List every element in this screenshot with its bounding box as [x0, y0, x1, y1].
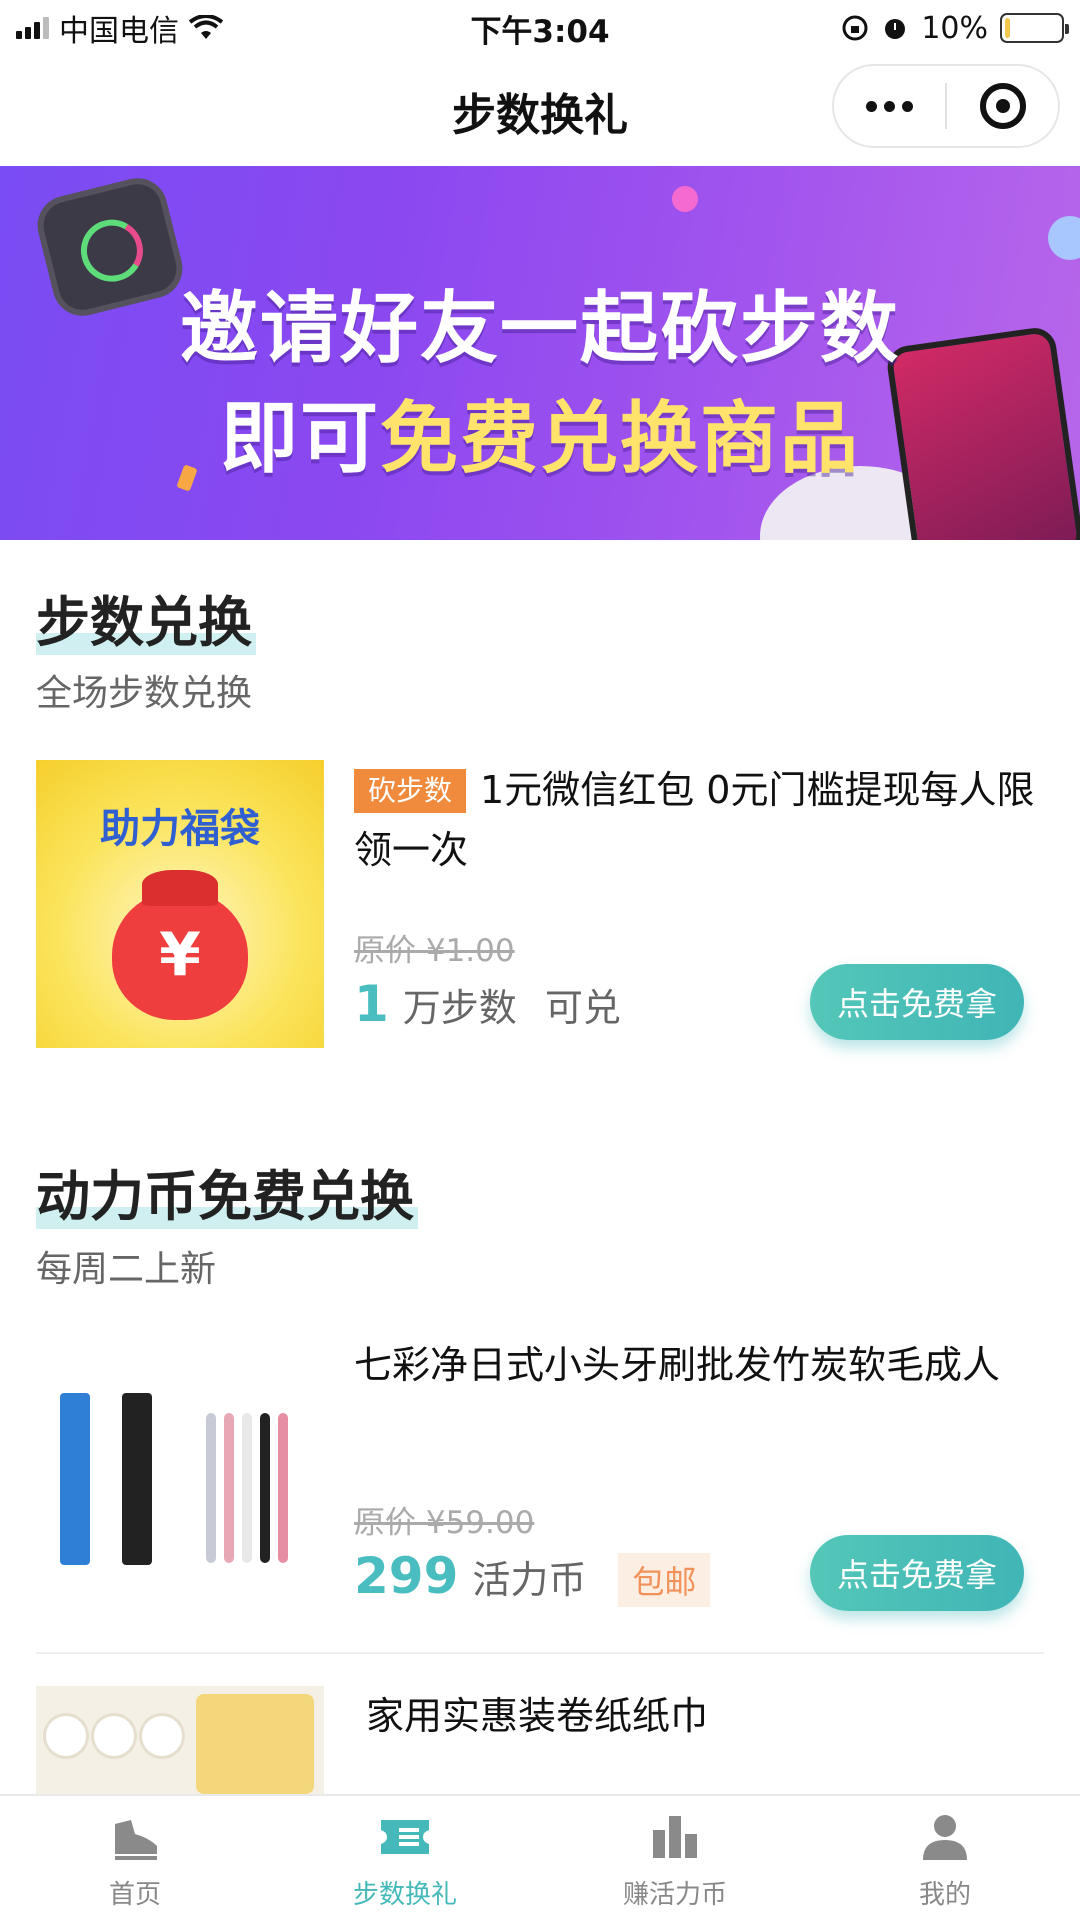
tab-label: 我的	[918, 1880, 971, 1910]
product-title: 七彩净日式小头牙刷批发竹炭软毛成人	[354, 1343, 1001, 1387]
tab-label: 步数换礼	[352, 1880, 457, 1910]
toothbrush	[224, 1413, 234, 1563]
tissue-roll	[46, 1716, 86, 1756]
banner-headline: 邀请好友一起砍步数	[179, 284, 900, 374]
battery-percent: 10%	[921, 10, 988, 46]
section-subtitle: 全场步数兑换	[36, 673, 253, 714]
decor-ball	[672, 186, 698, 212]
list-divider	[36, 1652, 1044, 1654]
product-card-red-envelope[interactable]: 助力福袋 ¥ 砍步数 1元微信红包 0元门槛提现每人限领一次 原价 ¥1.00 1…	[36, 760, 1044, 1050]
tab-bar: 首页 步数换礼 赚活力币 我的	[0, 1794, 1080, 1920]
tissue-roll	[94, 1716, 134, 1756]
more-button[interactable]	[834, 66, 945, 146]
page-title: 步数换礼	[452, 90, 628, 141]
free-shipping-badge: 包邮	[618, 1553, 711, 1607]
section-title: 动力币免费兑换	[36, 1152, 418, 1231]
nav-bar: 步数换礼	[0, 56, 1080, 166]
carrier-label: 中国电信	[59, 14, 179, 49]
product-image	[36, 1335, 324, 1623]
tab-earn-coins[interactable]: 赚活力币	[540, 1796, 810, 1920]
original-price: 原价 ¥59.00	[354, 1505, 535, 1541]
toothbrush-pack	[60, 1393, 90, 1565]
price-row: 299 活力币 包邮	[354, 1547, 711, 1607]
product-title: 家用实惠装卷纸纸巾	[366, 1694, 709, 1738]
toothbrush	[206, 1413, 216, 1563]
price-row: 1 万步数 可兑	[354, 975, 621, 1033]
price-value: 1	[354, 975, 389, 1033]
banner-subheadline-prefix: 即可	[219, 394, 380, 484]
product-card-toothbrush[interactable]: 七彩净日式小头牙刷批发竹炭软毛成人 原价 ¥59.00 299 活力币 包邮 点…	[36, 1335, 1044, 1635]
tissue-package	[196, 1694, 314, 1794]
more-icon	[866, 100, 913, 112]
yuan-icon: ¥	[159, 920, 201, 990]
product-image-caption: 助力福袋	[100, 806, 260, 852]
target-icon	[979, 83, 1026, 129]
section-subtitle: 每周二上新	[36, 1249, 217, 1290]
banner-subheadline: 即可免费兑换商品	[0, 376, 1080, 488]
original-price: 原价 ¥1.00	[354, 933, 515, 969]
person-icon	[923, 1815, 967, 1860]
lock-rotation-icon	[842, 15, 868, 41]
product-card-tissue[interactable]: 家用实惠装卷纸纸巾	[36, 1686, 1044, 1794]
shoe-icon	[115, 1820, 157, 1860]
toothbrush	[278, 1413, 288, 1563]
wifi-icon	[189, 15, 223, 39]
tab-label: 首页	[108, 1880, 161, 1910]
tab-steps-gift[interactable]: 步数换礼	[270, 1796, 540, 1920]
toothbrush-pack	[122, 1393, 152, 1565]
price-suffix: 可兑	[544, 986, 621, 1030]
steps-section-header: 步数兑换	[36, 578, 256, 657]
section-title: 步数兑换	[36, 578, 256, 657]
toothbrush	[242, 1413, 252, 1563]
bar-chart-icon	[653, 1816, 697, 1858]
price-unit: 万步数	[402, 986, 517, 1030]
money-bag-knot	[142, 870, 218, 906]
kan-steps-badge: 砍步数	[354, 769, 467, 813]
tab-home[interactable]: 首页	[0, 1796, 270, 1920]
product-title: 砍步数 1元微信红包 0元门槛提现每人限领一次	[354, 760, 1044, 880]
status-time: 下午3:04	[470, 13, 610, 50]
tab-mine[interactable]: 我的	[810, 1796, 1080, 1920]
alarm-icon	[885, 19, 906, 39]
toothbrush	[260, 1413, 270, 1563]
ticket-icon	[381, 1820, 429, 1854]
close-miniprogram-button[interactable]	[947, 66, 1058, 146]
status-bar: 中国电信 下午3:04 10%	[0, 0, 1080, 56]
decor-ball	[1048, 216, 1080, 260]
battery-icon	[1000, 13, 1069, 43]
mini-program-capsule	[832, 64, 1060, 148]
banner-subheadline-highlight: 免费兑换商品	[380, 394, 861, 484]
coin-section-header: 动力币免费兑换	[36, 1152, 418, 1231]
free-get-button[interactable]: 点击免费拿	[810, 964, 1024, 1040]
battery-level	[1005, 18, 1011, 38]
promo-banner[interactable]: 邀请好友一起砍步数 即可免费兑换商品	[0, 166, 1080, 540]
product-image	[36, 1686, 324, 1794]
tissue-roll	[142, 1716, 182, 1756]
price-unit: 活力币	[472, 1558, 587, 1602]
tab-label: 赚活力币	[622, 1880, 727, 1910]
signal-icon	[16, 17, 49, 39]
free-get-button[interactable]: 点击免费拿	[810, 1535, 1024, 1611]
product-image: 助力福袋 ¥	[36, 760, 324, 1048]
price-value: 299	[354, 1547, 459, 1605]
